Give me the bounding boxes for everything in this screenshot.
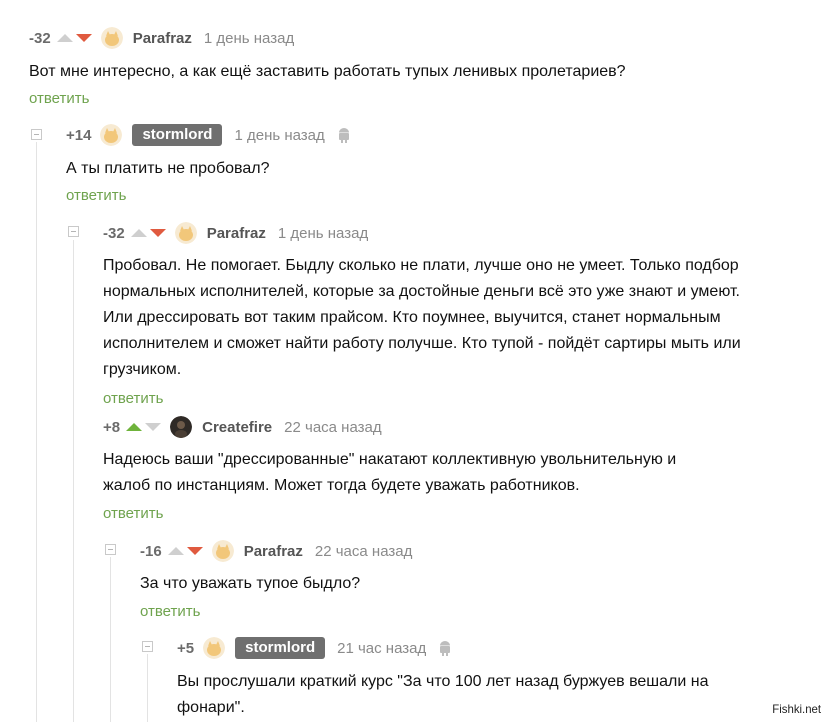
downvote-icon[interactable] xyxy=(186,547,203,555)
comment-rating: -32 xyxy=(103,224,125,242)
cat-avatar-icon[interactable] xyxy=(100,27,123,49)
android-icon xyxy=(337,127,351,143)
comment-time: 22 часа назад xyxy=(284,418,382,436)
comment-rating: +5 xyxy=(177,639,195,657)
author-link[interactable]: Parafraz xyxy=(133,30,192,47)
author-link[interactable]: Parafraz xyxy=(207,225,266,242)
dark-avatar-icon[interactable] xyxy=(170,416,193,438)
comment-rating: -16 xyxy=(140,542,162,560)
reply-link[interactable]: ответить xyxy=(103,505,163,522)
comment-header: +5 stormlord 21 час назад xyxy=(177,637,452,659)
comment-text: Надеюсь ваши "дрессированные" накатают к… xyxy=(103,451,677,494)
thread-line xyxy=(36,142,37,722)
downvote-icon[interactable] xyxy=(149,229,166,237)
collapse-button[interactable] xyxy=(142,641,153,652)
android-icon xyxy=(438,640,452,656)
comment-header: -16 Parafraz 22 часа назад xyxy=(140,540,412,562)
collapse-button[interactable] xyxy=(31,129,42,140)
reply-link[interactable]: ответить xyxy=(66,187,126,204)
thread-line xyxy=(110,557,111,722)
upvote-icon[interactable] xyxy=(130,229,147,237)
cat-avatar-icon[interactable] xyxy=(100,124,123,146)
reply-link[interactable]: ответить xyxy=(29,90,89,107)
comment-rating: +14 xyxy=(66,126,92,144)
comment-text: За что уважать тупое быдло? xyxy=(140,575,361,592)
comment-time: 22 часа назад xyxy=(314,542,413,560)
vote-arrows xyxy=(56,34,92,42)
reply-link[interactable]: ответить xyxy=(140,603,200,620)
comment-time: 1 день назад xyxy=(234,126,325,144)
comment-header: +14 stormlord 1 день назад xyxy=(66,124,351,146)
collapse-button[interactable] xyxy=(105,544,116,555)
vote-arrows xyxy=(167,547,203,555)
comment-header: -32 Parafraz 1 день назад xyxy=(103,222,368,244)
collapse-button[interactable] xyxy=(68,226,79,237)
watermark: Fishki.net xyxy=(771,702,821,716)
comment-time: 21 час назад xyxy=(337,639,427,657)
upvote-icon[interactable] xyxy=(126,423,143,431)
downvote-icon[interactable] xyxy=(75,34,92,42)
author-link[interactable]: Createfire xyxy=(202,419,272,436)
thread-line xyxy=(73,240,74,722)
comment-text: Вы прослушали краткий курс "За что 100 л… xyxy=(177,673,709,716)
comment-text: А ты платить не пробовал? xyxy=(66,160,270,177)
comment-text: Пробовал. Не помогает. Быдлу сколько не … xyxy=(103,257,741,378)
vote-arrows xyxy=(130,229,166,237)
comment-rating: +8 xyxy=(103,418,121,436)
vote-arrows xyxy=(126,423,162,431)
reply-link[interactable]: ответить xyxy=(103,390,163,407)
comment-header: +8 Createfire 22 часа назад xyxy=(103,416,382,438)
downvote-icon[interactable] xyxy=(145,423,162,431)
upvote-icon[interactable] xyxy=(167,547,184,555)
thread-line xyxy=(147,654,148,722)
author-link[interactable]: Parafraz xyxy=(244,543,303,560)
comment-text: Вот мне интересно, а как ещё заставить р… xyxy=(29,63,626,80)
author-link[interactable]: stormlord xyxy=(132,124,223,146)
cat-avatar-icon[interactable] xyxy=(211,540,234,562)
upvote-icon[interactable] xyxy=(56,34,73,42)
cat-avatar-icon[interactable] xyxy=(174,222,197,244)
cat-avatar-icon[interactable] xyxy=(203,637,226,659)
comment-rating: -32 xyxy=(29,29,51,47)
comment-time: 1 день назад xyxy=(203,29,295,47)
comment-time: 1 день назад xyxy=(277,224,369,242)
comment-header: -32 Parafraz 1 день назад xyxy=(29,27,294,49)
author-link[interactable]: stormlord xyxy=(235,637,326,659)
